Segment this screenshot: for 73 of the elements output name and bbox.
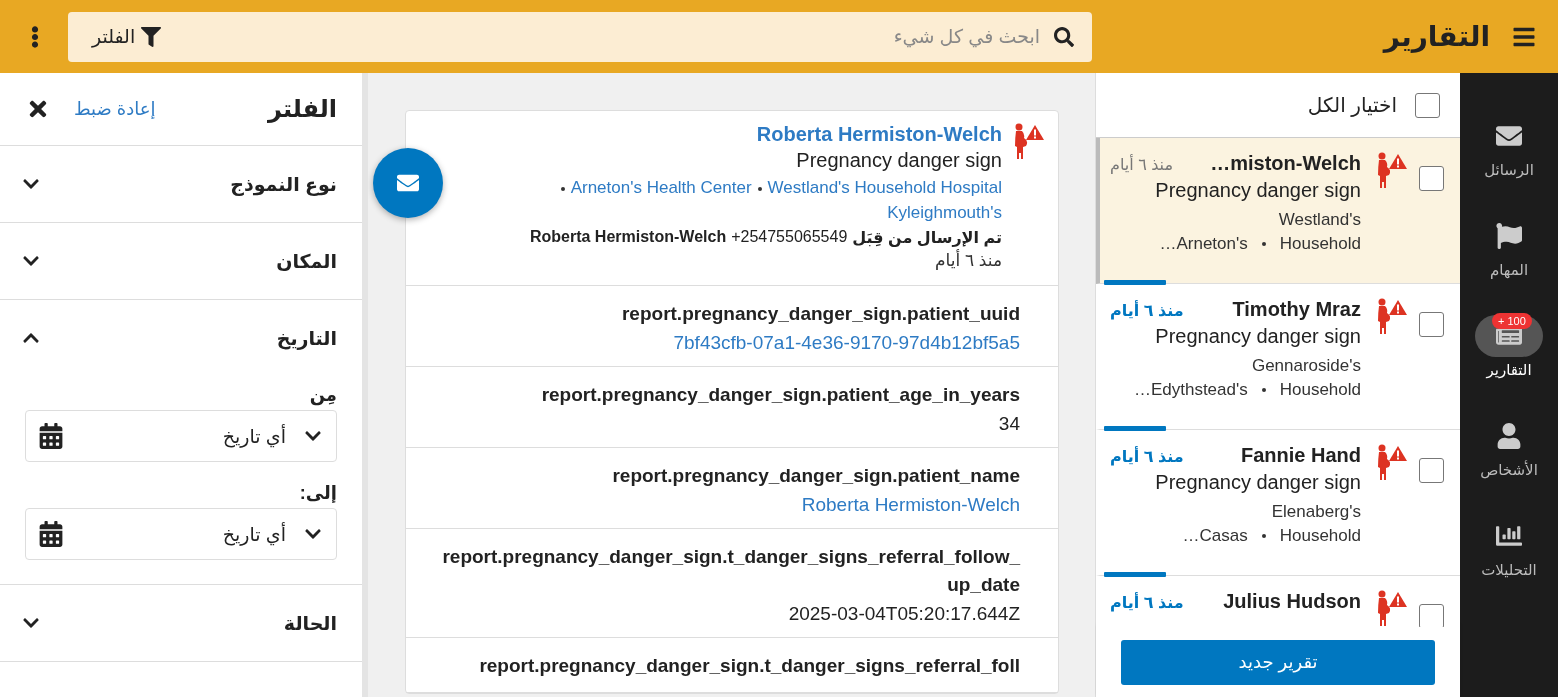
sender-phone: +254755065549 bbox=[731, 228, 848, 247]
page-title: التقارير bbox=[1381, 20, 1490, 53]
filter-title: الفلتر bbox=[266, 95, 337, 123]
filter-icon bbox=[141, 26, 162, 47]
date-label: مِن bbox=[308, 384, 337, 406]
place-link[interactable]: Westland's Household Hospital bbox=[767, 178, 1002, 197]
reset-link[interactable]: إعادة ضبط bbox=[74, 98, 156, 120]
form-name: Pregnancy danger sign bbox=[796, 149, 1002, 172]
nav-tab[interactable]: الرسائل bbox=[1469, 111, 1549, 181]
report-time: منذ ٦ أيام bbox=[1110, 593, 1184, 612]
form-name: Pregnancy danger sign bbox=[1154, 471, 1361, 494]
patient-name-link[interactable]: Roberta Hermiston-Welch bbox=[756, 123, 1002, 146]
place-name: Westland's bbox=[1277, 210, 1361, 230]
lineage-name: Arneton's… bbox=[1159, 234, 1248, 254]
patient-name: …miston-Welch bbox=[1210, 152, 1361, 175]
field-value: 34 bbox=[997, 413, 1020, 435]
filter-section-header[interactable]: نوع النموذج bbox=[0, 146, 362, 222]
bar-chart-icon bbox=[1496, 523, 1522, 549]
form-name: Pregnancy danger sign bbox=[1154, 325, 1361, 348]
patient-name: Julius Hudson bbox=[1223, 590, 1361, 613]
field-link[interactable]: 7bf43cfb-07a1-4e36-9170-97d4b12bf5a5 bbox=[436, 332, 1020, 354]
flag-icon bbox=[1496, 223, 1522, 249]
report-time: منذ ٦ أيام bbox=[1110, 301, 1184, 320]
select-all-checkbox[interactable] bbox=[1415, 92, 1440, 118]
field-label: report.pregnancy_danger_sign.patient_uuid bbox=[620, 302, 1020, 326]
field-label: report.pregnancy_danger_sign.patient_name bbox=[611, 464, 1020, 488]
field-label: report.pregnancy_danger_sign.t_danger_signs_referral_foll bbox=[478, 654, 1020, 678]
filter-section-header[interactable]: التاريخ bbox=[0, 300, 362, 376]
item-checkbox[interactable] bbox=[1419, 166, 1444, 191]
item-checkbox[interactable] bbox=[1419, 458, 1444, 483]
select-all-label: اختيار الكل bbox=[1307, 93, 1397, 117]
person-icon bbox=[1496, 423, 1522, 449]
report-time: منذ ٦ أيام bbox=[1110, 447, 1184, 466]
item-checkbox[interactable] bbox=[1419, 312, 1444, 337]
field-label: report.pregnancy_danger_sign.t_danger_signs_referral_follow_up_date bbox=[441, 545, 1020, 597]
filter-section-header[interactable]: المكان bbox=[0, 223, 362, 299]
filter-section-header[interactable]: الحالة bbox=[0, 585, 362, 661]
place-link[interactable]: Kyleighmouth's bbox=[887, 203, 1002, 222]
sent-by-label: تم الإرسال من قِبَل bbox=[852, 228, 1002, 247]
place-name: Gennaroside's bbox=[1250, 356, 1361, 376]
nav-tab[interactable]: التحليلات bbox=[1469, 511, 1549, 581]
lineage-name: Household bbox=[1279, 380, 1361, 400]
search-icon bbox=[1054, 26, 1074, 47]
field-label: report.pregnancy_danger_sign.patient_age_in_years bbox=[540, 383, 1020, 407]
nav-tab[interactable]: المهام bbox=[1469, 211, 1549, 281]
lineage-name: Casas… bbox=[1182, 526, 1248, 546]
envelope-icon bbox=[397, 172, 419, 194]
lineage-name: Household bbox=[1279, 234, 1361, 254]
item-checkbox[interactable] bbox=[1419, 604, 1444, 627]
filter-button[interactable]: الفلتر bbox=[84, 21, 170, 52]
send-message-button[interactable] bbox=[373, 148, 443, 218]
date-field[interactable]: أي تاريخ bbox=[25, 508, 337, 560]
place-link[interactable]: Arneton's Health Center bbox=[570, 178, 752, 197]
new-report-button[interactable]: تقرير جديد bbox=[1121, 639, 1435, 685]
nav-tab[interactable]: الأشخاص bbox=[1469, 411, 1549, 481]
lineage-name: Edythstead's… bbox=[1133, 380, 1248, 400]
calendar-icon bbox=[38, 521, 64, 547]
count-badge: + 100 bbox=[1492, 313, 1532, 329]
report-time: منذ ٦ أيام bbox=[1110, 155, 1173, 174]
search-field[interactable]: ابحث في كل شيء الفلتر bbox=[68, 11, 1092, 62]
envelope-icon bbox=[1496, 123, 1522, 149]
date-label: إلى: bbox=[298, 482, 337, 504]
form-name: Pregnancy danger sign bbox=[1154, 179, 1361, 202]
report-time: منذ ٦ أيام bbox=[935, 250, 1002, 271]
place-name: Elenaberg's bbox=[1270, 502, 1361, 522]
lineage-name: Household bbox=[1279, 526, 1361, 546]
patient-name: Timothy Mraz bbox=[1232, 298, 1361, 321]
patient-name: Fannie Hand bbox=[1241, 444, 1361, 467]
field-link[interactable]: Roberta Hermiston-Welch bbox=[436, 494, 1020, 516]
sender-name: Roberta Hermiston-Welch bbox=[529, 228, 727, 247]
calendar-icon bbox=[38, 423, 64, 449]
field-value: 2025-03-04T05:20:17.644Z bbox=[787, 603, 1020, 625]
date-field[interactable]: أي تاريخ bbox=[25, 410, 337, 462]
